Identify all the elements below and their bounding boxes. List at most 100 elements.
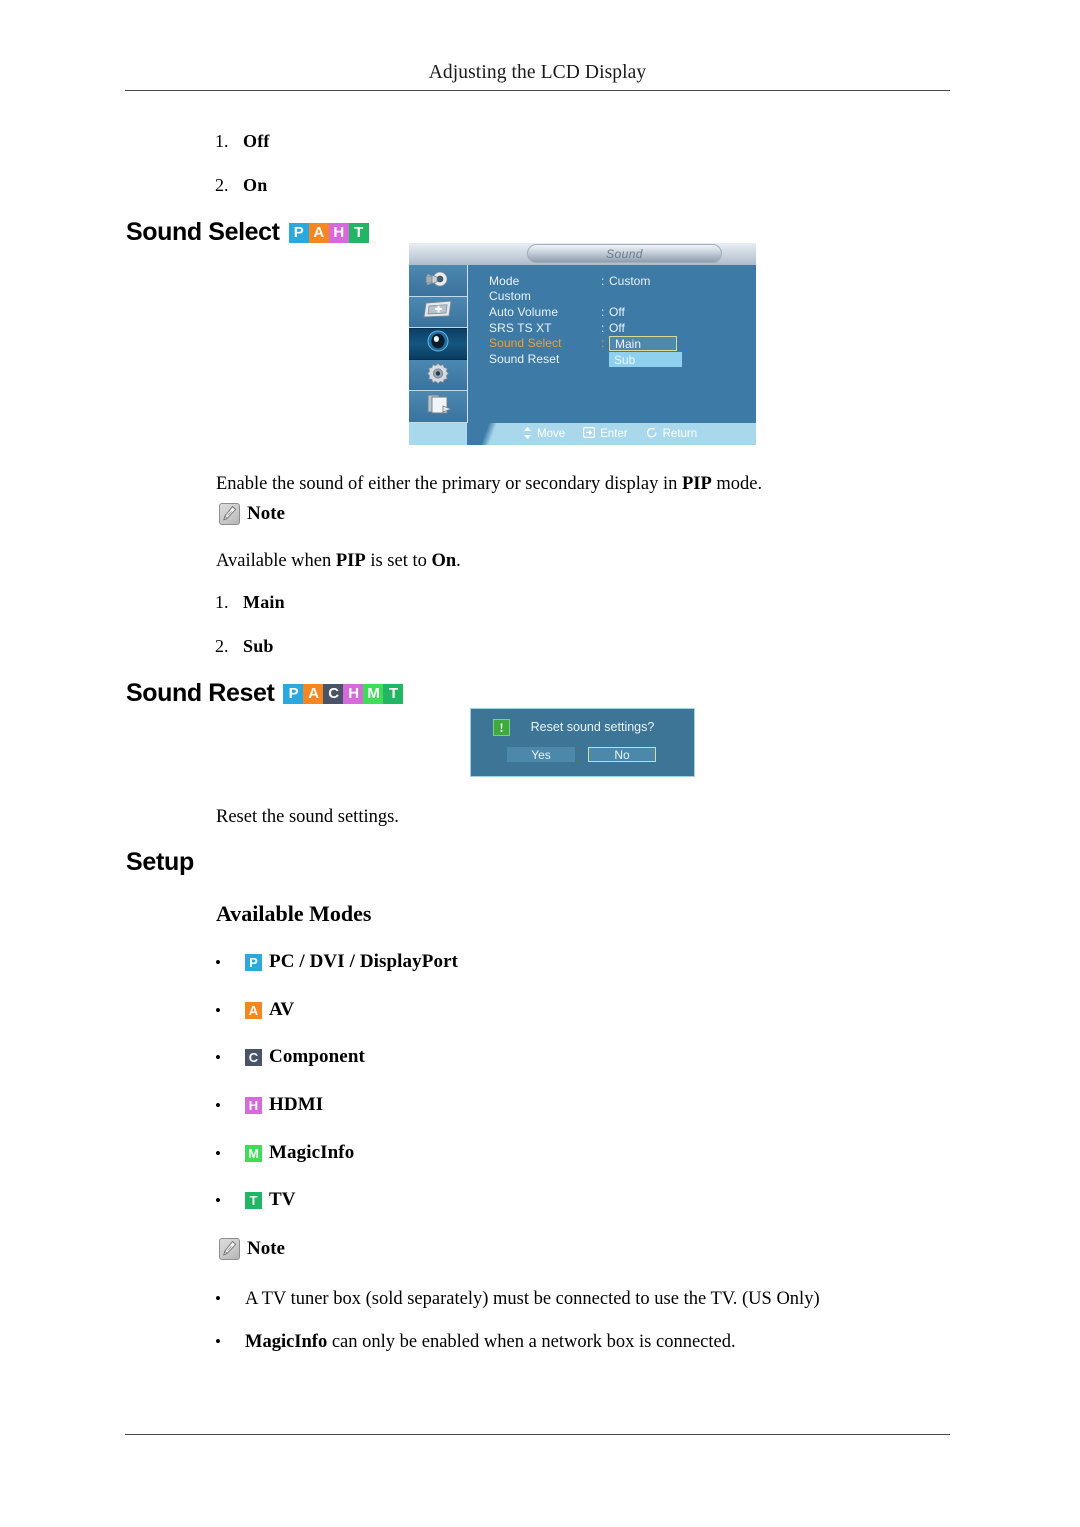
mode-badge-a: A <box>308 222 329 243</box>
mode-label: MagicInfo <box>269 1142 355 1163</box>
note-label: Note <box>247 1238 285 1259</box>
description-pre: Enable the sound of either the primary o… <box>216 474 682 494</box>
osd-body: Mode : Custom Custom Auto Volume : Off S… <box>409 265 756 423</box>
osd-footer-label: Return <box>662 428 698 440</box>
mode-badge-m: M <box>363 683 384 704</box>
bullet-icon: • <box>215 1332 221 1351</box>
picture-icon <box>423 268 453 293</box>
mode-badge-t: T <box>348 222 369 243</box>
list-item: 2. On <box>215 175 267 196</box>
mode-label: Component <box>269 1046 365 1067</box>
mode-badge-h: H <box>328 222 349 243</box>
dialog-no-button[interactable]: No <box>588 747 656 762</box>
list-item-mode-magicinfo: • M MagicInfo <box>215 1142 354 1164</box>
list-item-number: 1. <box>215 592 229 612</box>
list-item: 1. Main <box>215 592 285 613</box>
osd-sidebar-item-screen[interactable] <box>409 296 467 329</box>
mode-badge-t: T <box>383 683 404 704</box>
sound-icon <box>424 330 452 357</box>
bullet-icon: • <box>215 1000 221 1020</box>
osd-dropdown-option-sub[interactable]: Sub <box>609 352 682 367</box>
bullet-icon: • <box>215 1143 221 1163</box>
osd-footer-enter[interactable]: Enter <box>583 427 628 441</box>
heading-sound-select: Sound Select P A H T <box>126 218 369 247</box>
osd-row-mode[interactable]: Mode : Custom <box>489 273 754 289</box>
mode-badge-h: H <box>245 1096 262 1114</box>
note-text-bold: MagicInfo <box>245 1332 328 1352</box>
osd-footer-move[interactable]: Move <box>523 426 565 442</box>
osd-sidebar-item-setup[interactable] <box>409 359 467 392</box>
mode-badge-t: T <box>245 1191 262 1209</box>
mode-label: TV <box>269 1189 296 1210</box>
osd-titlebar: Sound <box>409 243 756 265</box>
list-item: 2. Sub <box>215 636 274 657</box>
osd-row-label: Sound Select <box>489 336 562 351</box>
bullet-icon: • <box>215 1190 221 1210</box>
enter-icon <box>583 427 596 441</box>
dialog-message-row: ! Reset sound settings? <box>471 719 696 739</box>
sound-select-description: Enable the sound of either the primary o… <box>216 472 936 497</box>
list-item-number: 2. <box>215 175 229 195</box>
mode-badge-group: P A H T <box>288 222 369 243</box>
list-item-label: On <box>243 175 268 195</box>
note-icon <box>219 1238 240 1260</box>
sound-reset-description: Reset the sound settings. <box>216 807 399 827</box>
osd-row-srs-ts-xt[interactable]: SRS TS XT : Off <box>489 320 754 336</box>
bullet-icon: • <box>215 1289 221 1308</box>
return-icon <box>646 427 658 441</box>
mode-badge-m: M <box>245 1144 262 1162</box>
osd-row-value: Off <box>609 304 625 319</box>
list-item-mode-hdmi: • H HDMI <box>215 1094 323 1116</box>
heading-sound-reset: Sound Reset P A C H M T <box>126 679 404 708</box>
osd-sidebar-item-multi-control[interactable] <box>409 391 467 423</box>
osd-footer-label: Enter <box>600 428 628 440</box>
bullet-icon: • <box>215 1047 221 1067</box>
mode-badge-p: P <box>288 222 309 243</box>
osd-row-auto-volume[interactable]: Auto Volume : Off <box>489 304 754 320</box>
list-item-mode-component: • C Component <box>215 1046 365 1068</box>
osd-row-value: Custom <box>609 273 651 288</box>
osd-row-custom[interactable]: Custom <box>489 289 754 305</box>
mode-badge-a: A <box>303 683 324 704</box>
dialog-yes-button[interactable]: Yes <box>507 747 575 762</box>
bullet-icon: • <box>215 1095 221 1115</box>
document-page: Adjusting the LCD Display 1. Off 2. On Sou… <box>0 0 1080 1527</box>
header-divider <box>125 90 950 91</box>
availability-pre: Available when <box>216 551 336 571</box>
mode-badge-group: P A C H M T <box>283 683 404 704</box>
list-item-label: Off <box>243 131 270 151</box>
list-item-label: Sub <box>243 636 274 656</box>
osd-row-value: Off <box>609 320 625 335</box>
mode-label: PC / DVI / DisplayPort <box>269 951 459 972</box>
mode-badge-c: C <box>323 683 344 704</box>
osd-sidebar-item-picture[interactable] <box>409 265 467 297</box>
description-post: mode. <box>711 474 763 494</box>
availability-post: . <box>456 551 461 571</box>
note-block-sound-select: Note <box>219 503 285 525</box>
osd-row-colon: : <box>601 304 605 319</box>
osd-title-text: Sound <box>606 246 643 261</box>
osd-sidebar <box>409 265 468 423</box>
osd-footer-return[interactable]: Return <box>646 427 698 441</box>
bullet-icon: • <box>215 952 221 972</box>
screen-icon <box>422 299 454 325</box>
mode-badge-p: P <box>245 953 262 971</box>
description-bold: PIP <box>681 474 712 494</box>
footer-divider <box>125 1434 950 1435</box>
osd-dropdown-option-main[interactable]: Main <box>609 336 677 351</box>
note-text: A TV tuner box (sold separately) must be… <box>245 1289 820 1309</box>
osd-row-label: Auto Volume <box>489 304 559 319</box>
note-text: can only be enabled when a network box i… <box>327 1332 736 1352</box>
reset-confirm-dialog: ! Reset sound settings? Yes No <box>470 708 695 777</box>
osd-sidebar-item-sound[interactable] <box>409 328 467 360</box>
osd-row-label: Mode <box>489 273 520 288</box>
setup-icon <box>425 362 451 389</box>
heading-text: Sound Select <box>126 218 280 246</box>
mode-label: HDMI <box>269 1094 324 1115</box>
list-item: 1. Off <box>215 131 270 152</box>
osd-title-pill: Sound <box>527 244 722 263</box>
osd-row-colon: : <box>601 336 605 351</box>
availability-bold2: On <box>431 551 457 571</box>
heading-text: Sound Reset <box>126 679 275 707</box>
list-item-number: 2. <box>215 636 229 656</box>
